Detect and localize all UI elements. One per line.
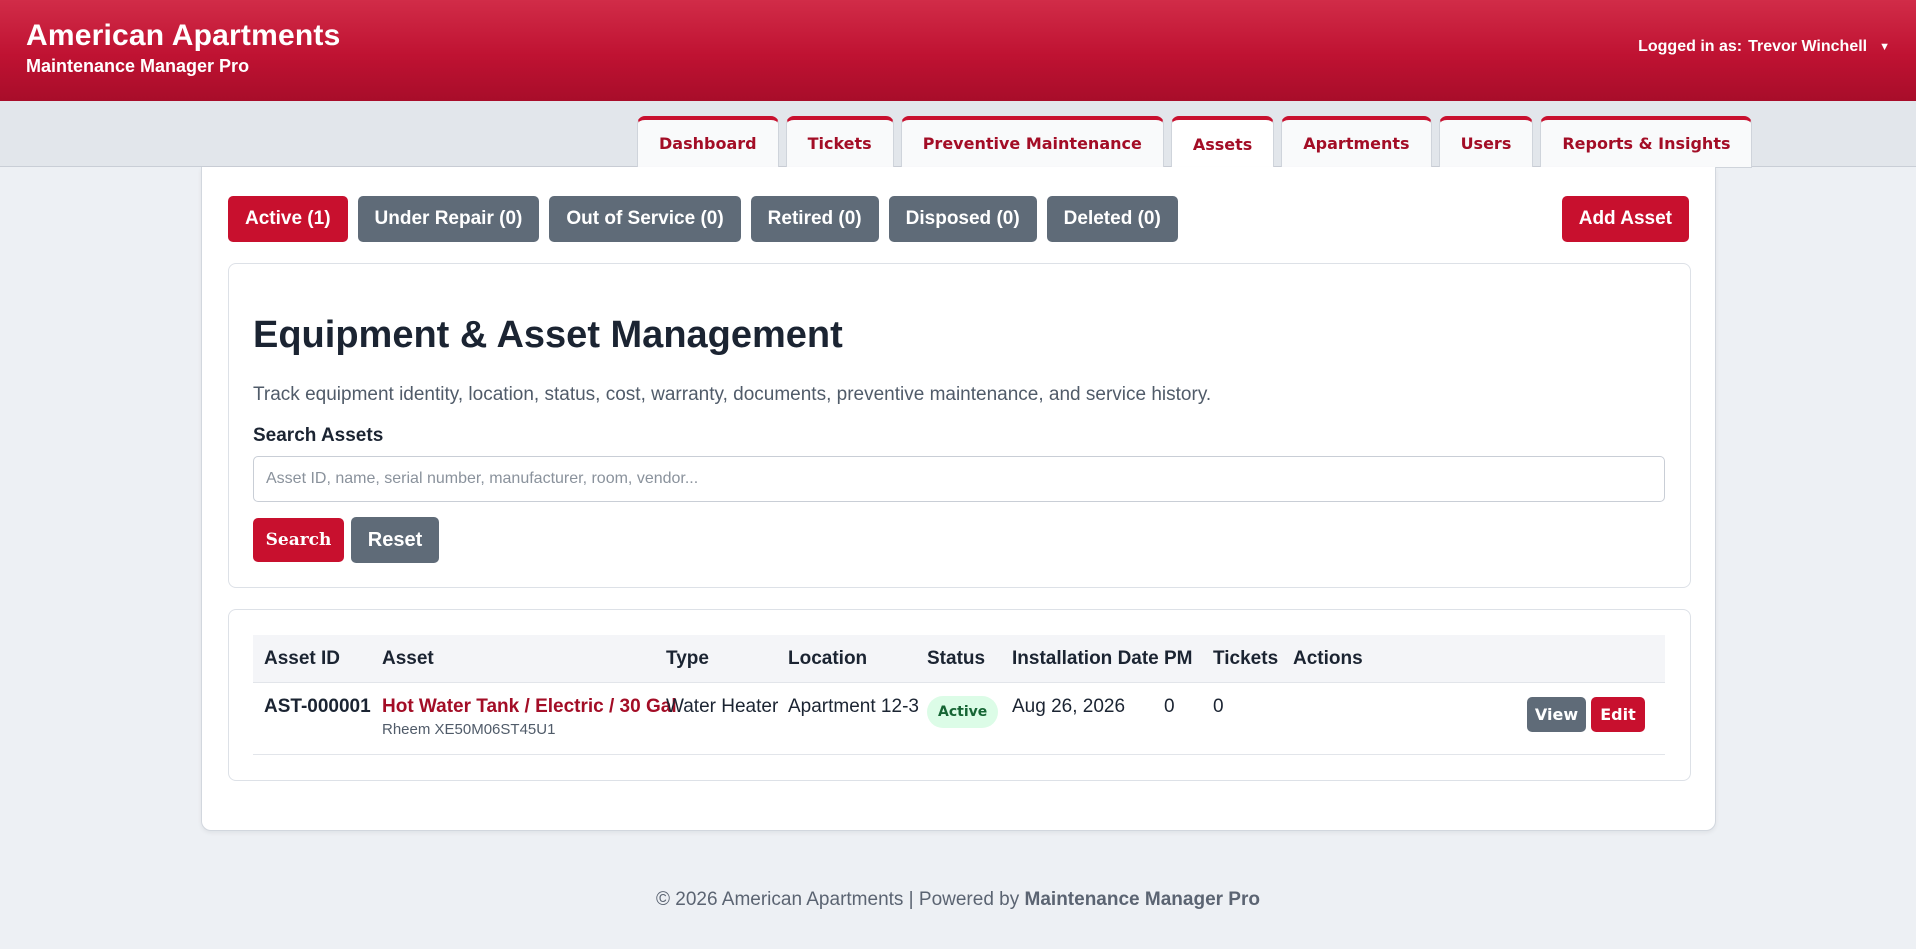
asset-id-cell: AST-000001 [264, 696, 371, 717]
edit-asset-button[interactable]: Edit [1591, 697, 1645, 732]
asset-model-text: Rheem XE50M06ST45U1 [382, 721, 556, 738]
column-header-tickets[interactable]: Tickets [1213, 648, 1278, 670]
asset-type-cell: Water Heater [666, 696, 779, 717]
search-label: Search Assets [253, 425, 384, 446]
filter-out-of-service-button[interactable]: Out of Service (0) [549, 196, 741, 242]
tab-reports-insights[interactable]: Reports & Insights [1540, 116, 1753, 168]
filter-under-repair-button[interactable]: Under Repair (0) [357, 196, 540, 242]
search-button[interactable]: Search [253, 518, 344, 562]
column-header-actions: Actions [1293, 648, 1363, 669]
column-header-asset-id[interactable]: Asset ID [264, 648, 340, 670]
filter-active-button[interactable]: Active (1) [228, 196, 348, 242]
page-description: Track equipment identity, location, stat… [253, 384, 1212, 405]
tab-apartments[interactable]: Apartments [1281, 116, 1432, 168]
column-header-location[interactable]: Location [788, 648, 867, 670]
user-name: Trevor Winchell [1748, 38, 1868, 55]
page-title: Equipment & Asset Management [253, 314, 843, 356]
reset-button[interactable]: Reset [351, 517, 439, 563]
table-header: Asset ID Asset Type Location Status Inst… [253, 635, 1665, 683]
main-nav: Dashboard Tickets Preventive Maintenance… [0, 101, 1916, 169]
app-header: American Apartments Maintenance Manager … [0, 0, 1916, 101]
asset-name-link[interactable]: Hot Water Tank / Electric / 30 Gal [382, 696, 677, 718]
tab-tickets[interactable]: Tickets [785, 116, 894, 168]
filter-deleted-button[interactable]: Deleted (0) [1046, 196, 1178, 242]
footer-brand: Maintenance Manager Pro [1024, 889, 1260, 910]
search-input[interactable] [253, 456, 1665, 502]
column-header-pm[interactable]: PM [1164, 648, 1193, 670]
chevron-down-icon: ▼ [1879, 41, 1890, 53]
tab-preventive-maintenance[interactable]: Preventive Maintenance [900, 116, 1164, 168]
assets-table: Asset ID Asset Type Location Status Inst… [228, 609, 1691, 781]
filter-retired-button[interactable]: Retired (0) [750, 196, 879, 242]
search-card: Equipment & Asset Management Track equip… [228, 263, 1691, 588]
assets-panel: Active (1) Under Repair (0) Out of Servi… [201, 167, 1716, 831]
tab-dashboard[interactable]: Dashboard [637, 116, 779, 168]
asset-location-cell: Apartment 12-3 [788, 696, 919, 717]
brand-subtitle: Maintenance Manager Pro [26, 56, 250, 76]
column-header-installation-date[interactable]: Installation Date [1012, 648, 1159, 670]
tab-bar: Dashboard Tickets Preventive Maintenance… [637, 116, 1753, 169]
installation-date-cell: Aug 26, 2026 [1012, 696, 1126, 717]
add-asset-button[interactable]: Add Asset [1561, 196, 1689, 242]
column-header-asset[interactable]: Asset [382, 648, 434, 670]
pm-count-cell: 0 [1164, 696, 1175, 717]
column-header-type[interactable]: Type [666, 648, 709, 670]
tickets-count-cell: 0 [1213, 696, 1224, 717]
status-filters: Active (1) Under Repair (0) Out of Servi… [228, 196, 1178, 242]
brand-title: American Apartments [26, 19, 341, 52]
tab-users[interactable]: Users [1438, 116, 1534, 168]
table-row: AST-000001 Hot Water Tank / Electric / 3… [253, 683, 1665, 755]
column-header-status[interactable]: Status [927, 648, 985, 670]
page-footer: © 2026 American Apartments | Powered by … [0, 889, 1916, 911]
footer-copyright: © 2026 American Apartments | Powered by [656, 889, 1020, 910]
tab-assets[interactable]: Assets [1170, 116, 1275, 169]
user-menu[interactable]: Logged in as: Trevor Winchell ▼ [1638, 38, 1890, 56]
status-badge: Active [927, 696, 999, 728]
view-asset-button[interactable]: View [1527, 697, 1586, 732]
filter-disposed-button[interactable]: Disposed (0) [888, 196, 1037, 242]
user-label: Logged in as: [1638, 38, 1743, 55]
